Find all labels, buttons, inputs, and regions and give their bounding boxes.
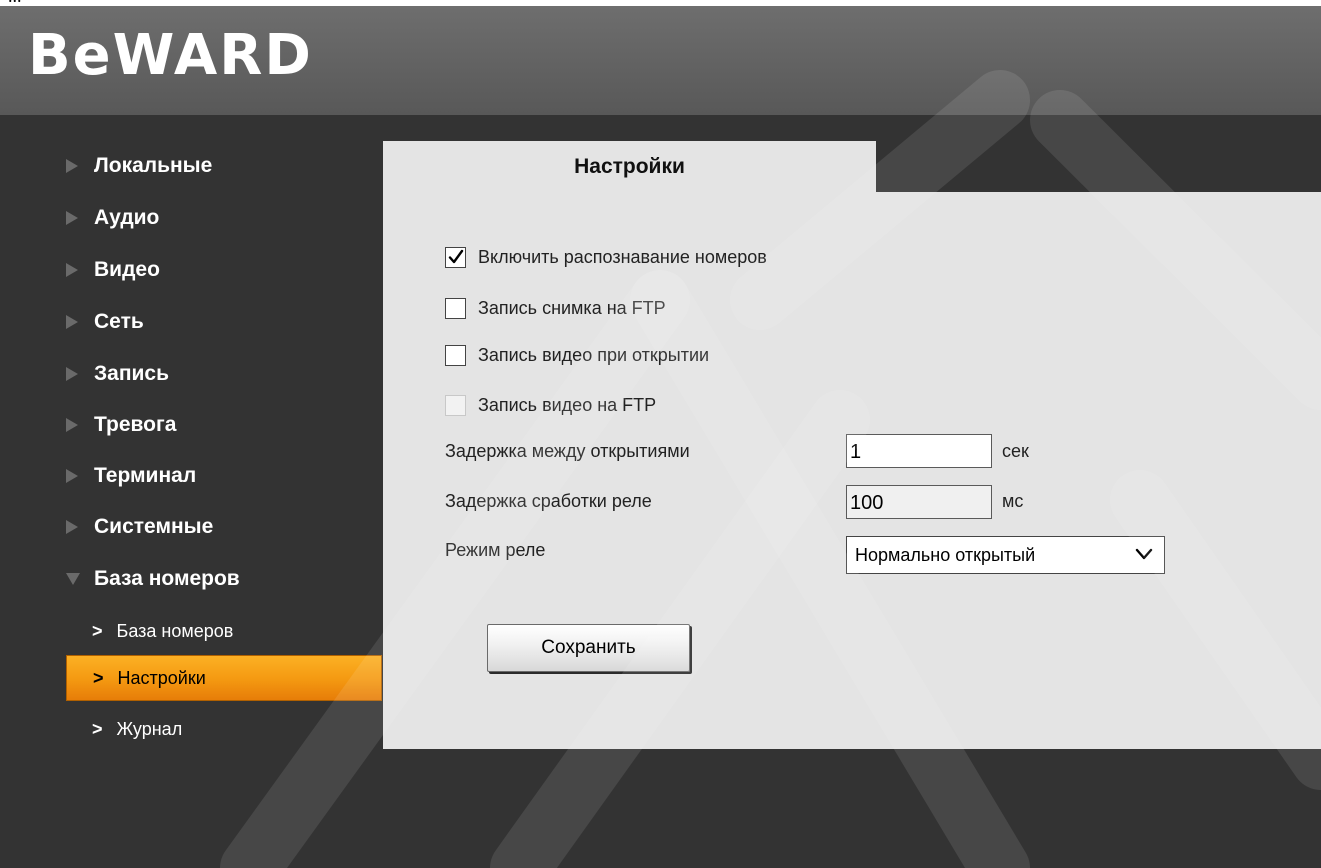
sidebar-item-label: База номеров: [94, 567, 240, 590]
sidebar-item-network[interactable]: Сеть: [66, 302, 144, 342]
triangle-right-icon: [66, 315, 78, 329]
sidebar-item-record[interactable]: Запись: [66, 354, 169, 394]
checkmark-icon: [448, 249, 463, 264]
sidebar-item-label: Аудио: [94, 206, 160, 229]
video-on-open-checkbox[interactable]: [445, 344, 466, 366]
chevron-right-icon: >: [92, 620, 103, 641]
sidebar-item-label: Видео: [94, 258, 160, 281]
save-button[interactable]: Сохранить: [487, 624, 690, 672]
checkbox-row-ftp-video: Запись видео на FTP: [445, 390, 656, 420]
triangle-right-icon: [66, 159, 78, 173]
open-delay-input[interactable]: 1: [846, 434, 992, 468]
open-delay-label: Задержка между открытиями: [445, 441, 690, 461]
sidebar-item-label: Локальные: [94, 154, 213, 177]
subitem-settings[interactable]: > Настройки: [66, 655, 382, 701]
tab-label: Настройки: [574, 154, 685, 178]
triangle-down-icon: [66, 573, 80, 585]
subitem-label: База номеров: [116, 620, 234, 641]
sidebar-item-label: Запись: [94, 362, 170, 385]
relay-mode-value: Нормально открытый: [855, 544, 1036, 565]
beward-logo: BeWARD: [28, 23, 313, 88]
checkbox-label: Включить распознавание номеров: [478, 246, 767, 267]
header: BeWARD: [0, 6, 1321, 115]
sidebar-item-system[interactable]: Системные: [66, 507, 213, 547]
subitem-number-db[interactable]: > База номеров: [66, 608, 382, 654]
sidebar-item-number-db[interactable]: База номеров: [66, 559, 240, 599]
relay-mode-select[interactable]: Нормально открытый: [846, 536, 1165, 574]
chevron-down-icon: [1135, 548, 1153, 560]
triangle-right-icon: [66, 367, 78, 381]
tab-settings[interactable]: Настройки: [383, 141, 876, 192]
checkbox-row-ftp-snapshot[interactable]: Запись снимка на FTP: [445, 293, 666, 323]
sidebar-item-label: Тревога: [94, 413, 177, 436]
sidebar-item-video[interactable]: Видео: [66, 250, 160, 290]
sidebar-item-local[interactable]: Локальные: [66, 146, 212, 186]
relay-delay-label: Задержка сработки реле: [445, 491, 652, 511]
relay-delay-unit: мс: [1002, 491, 1024, 511]
sidebar-item-label: Терминал: [94, 464, 197, 487]
sidebar-item-label: Сеть: [94, 310, 144, 333]
ftp-video-checkbox: [445, 394, 466, 416]
triangle-right-icon: [66, 520, 78, 534]
triangle-right-icon: [66, 211, 78, 225]
triangle-right-icon: [66, 263, 78, 277]
subitem-journal[interactable]: > Журнал: [66, 706, 382, 752]
checkbox-label: Запись снимка на FTP: [478, 297, 666, 318]
checkbox-row-video-on-open[interactable]: Запись видео при открытии: [445, 340, 709, 370]
relay-mode-label: Режим реле: [445, 540, 546, 560]
ftp-snapshot-checkbox[interactable]: [445, 297, 466, 319]
chevron-right-icon: >: [92, 718, 103, 739]
sidebar-item-label: Системные: [94, 515, 214, 538]
relay-delay-input[interactable]: 100: [846, 485, 992, 519]
checkbox-label: Запись видео на FTP: [478, 394, 657, 415]
chevron-right-icon: >: [93, 667, 104, 688]
recognition-checkbox[interactable]: [445, 246, 466, 268]
subitem-label: Настройки: [117, 667, 206, 688]
open-delay-unit: сек: [1002, 441, 1029, 461]
triangle-right-icon: [66, 469, 78, 483]
checkbox-row-recognition[interactable]: Включить распознавание номеров: [445, 242, 767, 272]
sidebar-item-alarm[interactable]: Тревога: [66, 405, 176, 445]
sidebar-item-terminal[interactable]: Терминал: [66, 456, 196, 496]
subitem-label: Журнал: [116, 718, 183, 739]
checkbox-label: Запись видео при открытии: [478, 344, 710, 365]
sidebar-item-audio[interactable]: Аудио: [66, 198, 159, 238]
triangle-right-icon: [66, 418, 78, 432]
